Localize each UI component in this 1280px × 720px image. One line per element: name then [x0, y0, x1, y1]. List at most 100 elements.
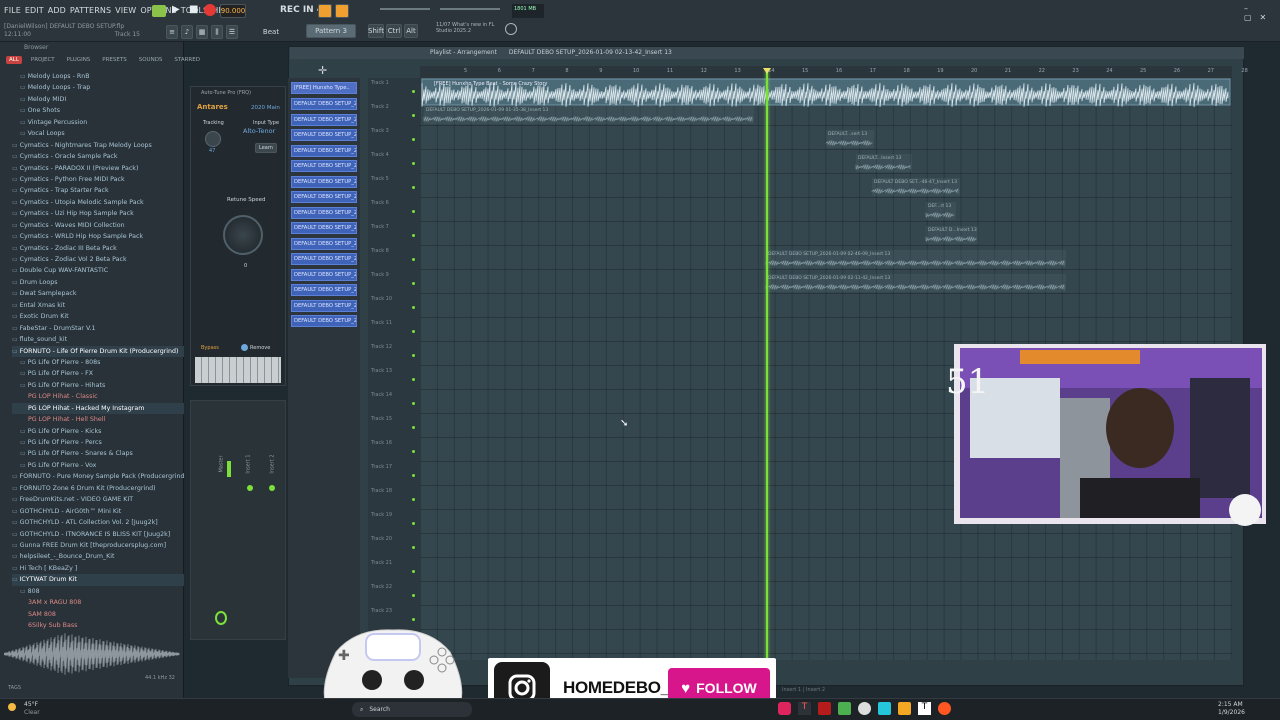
stop-icon[interactable]: ■: [189, 4, 198, 15]
app-icon-5[interactable]: [858, 702, 871, 715]
browser-item[interactable]: PG LOP Hihat - Hacked My Instagram: [12, 402, 184, 415]
app-icon-8[interactable]: T: [918, 702, 931, 715]
pattern-item[interactable]: DEFAULT DEBO SETUP_202..: [291, 160, 357, 172]
pattern-item[interactable]: [FREE] Hunxho Type..: [291, 82, 357, 94]
browser-item[interactable]: GOTHCHYLD - ATL Collection Vol. 2 [Juug2…: [12, 517, 184, 528]
browser-item[interactable]: Hi Tech [ KBeaZy ]: [12, 563, 184, 574]
clip-label[interactable]: DEFAULT D...Insert 13: [928, 227, 977, 233]
browser-item[interactable]: One Shots: [12, 105, 184, 116]
tempo-display[interactable]: 90.000: [220, 4, 246, 18]
browser-item[interactable]: Exotic Drum Kit: [12, 311, 184, 322]
menu-view[interactable]: VIEW: [115, 6, 136, 15]
taskbar-search[interactable]: ⌕ Search: [352, 702, 472, 717]
weather-temp[interactable]: 45°F: [24, 701, 38, 708]
pattern-item[interactable]: DEFAULT DEBO SETUP_202..: [291, 206, 357, 219]
pattern-item[interactable]: DEFAULT DEBO SETUP_202..: [291, 129, 357, 141]
browser-item[interactable]: PG Life Of Pierre - Snares & Claps: [12, 448, 184, 459]
track-header[interactable]: Track 17: [371, 464, 392, 470]
playlist-view-icon[interactable]: ≡: [166, 25, 178, 39]
track-header[interactable]: Track 2: [371, 104, 389, 110]
track-mute-led[interactable]: [412, 306, 415, 309]
track-header[interactable]: Track 15: [371, 416, 392, 422]
tab-presets[interactable]: PRESETS: [99, 56, 129, 64]
browser-item[interactable]: SAM 808: [12, 609, 184, 620]
track-header[interactable]: Track 13: [371, 368, 392, 374]
record-icon[interactable]: [204, 4, 216, 16]
track-mute-led[interactable]: [412, 402, 415, 405]
tracking-knob[interactable]: [205, 131, 221, 147]
browser-item[interactable]: Drum Loops: [12, 277, 184, 288]
browser-item[interactable]: Vocal Loops: [12, 128, 184, 139]
browser-item[interactable]: PG Life Of Pierre - Kicks: [12, 426, 184, 437]
app-icon-9[interactable]: [938, 702, 951, 715]
track-header[interactable]: Track 10: [371, 296, 392, 302]
pattern-item[interactable]: DEFAULT DEBO SETUP_202..: [291, 299, 357, 312]
browser-item[interactable]: 808: [12, 586, 184, 597]
browser-item[interactable]: Dwat Samplepack: [12, 288, 184, 299]
browser-item[interactable]: flute_sound_kit: [12, 334, 184, 345]
browser-item[interactable]: Melody Loops - Trap: [12, 82, 184, 93]
shift-key[interactable]: Shift: [368, 24, 384, 38]
browser-item[interactable]: Cymatics - Zodiac III Beta Pack: [12, 243, 184, 254]
tab-plugins[interactable]: PLUGINS: [64, 56, 94, 64]
app-icon-7[interactable]: [898, 702, 911, 715]
track-mute-led[interactable]: [412, 594, 415, 597]
tab-project[interactable]: PROJECT: [28, 56, 58, 64]
preset-name[interactable]: 2020 Main: [251, 105, 280, 111]
track-mute-led[interactable]: [412, 474, 415, 477]
tab-sounds[interactable]: SOUNDS: [136, 56, 166, 64]
track-mute-led[interactable]: [412, 114, 415, 117]
countdown-icon[interactable]: [335, 4, 349, 18]
menu-file[interactable]: FILE: [4, 6, 21, 15]
browser-item[interactable]: FreeDrumKits.net - VIDEO GAME KIT: [12, 494, 184, 505]
browser-item[interactable]: PG Life Of Pierre - Vox: [12, 460, 184, 471]
browser-item[interactable]: PG LOP Hihat - Hell Shell: [12, 414, 184, 425]
pattern-item[interactable]: DEFAULT DEBO SETUP_202..: [291, 237, 357, 250]
browser-item[interactable]: Cymatics - WRLD Hip Hop Sample Pack: [12, 231, 184, 242]
track-mute-led[interactable]: [412, 138, 415, 141]
browser-item[interactable]: FORNUTO Zone 6 Drum Kit (Producergrind): [12, 483, 184, 494]
track-header[interactable]: Track 8: [371, 248, 389, 254]
browser-item[interactable]: Cymatics - Python Free MIDI Pack: [12, 174, 184, 185]
pattern-item[interactable]: DEFAULT DEBO SETUP_202..: [291, 144, 357, 157]
clip-label[interactable]: DEF...rt 13: [928, 203, 951, 209]
browser-item[interactable]: PG LOP Hihat - Classic: [12, 391, 184, 402]
clock-time[interactable]: 2:15 AM: [1218, 701, 1243, 708]
track-mute-led[interactable]: [412, 426, 415, 429]
menu-edit[interactable]: EDIT: [25, 6, 44, 15]
clip-label[interactable]: DEFAULT DEBO SETUP_2026-01-09 02-11-42_I…: [768, 275, 890, 281]
track-header[interactable]: Track 23: [371, 608, 392, 614]
browser-item[interactable]: 3AM x RAGU 808: [12, 597, 184, 608]
track-header[interactable]: Track 11: [371, 320, 392, 326]
track-mute-led[interactable]: [412, 450, 415, 453]
snap-label[interactable]: Beat: [256, 25, 286, 39]
pattern-item[interactable]: DEFAULT DEBO SETUP_202..: [291, 253, 357, 265]
retune-speed-knob[interactable]: [223, 215, 263, 255]
pattern-item[interactable]: DEFAULT DEBO SETUP_202..: [291, 268, 357, 281]
browser-icon[interactable]: ☰: [226, 25, 238, 39]
track-header[interactable]: Track 1: [371, 80, 389, 86]
track-header[interactable]: Track 5: [371, 176, 389, 182]
tab-all[interactable]: ALL: [6, 56, 22, 64]
track-mute-led[interactable]: [412, 90, 415, 93]
app-icon-3[interactable]: [818, 702, 831, 715]
app-icon-4[interactable]: [838, 702, 851, 715]
menu-patterns[interactable]: PATTERNS: [70, 6, 111, 15]
track-mute-led[interactable]: [412, 330, 415, 333]
metronome-icon[interactable]: [318, 4, 332, 18]
browser-item[interactable]: Melody Loops - RnB: [12, 71, 184, 82]
app-icon-2[interactable]: T: [798, 702, 811, 715]
insert1-led[interactable]: [247, 485, 253, 491]
add-pattern-icon[interactable]: ✛: [318, 64, 327, 77]
playhead[interactable]: [766, 70, 768, 660]
pattern-item[interactable]: DEFAULT DEBO SETUP_202..: [291, 113, 357, 126]
channel-rack-icon[interactable]: ▦: [196, 25, 208, 39]
clock-date[interactable]: 1/9/2026: [1218, 709, 1245, 716]
clip-label[interactable]: DEFAULT DEBO SETUP_2026-01-09 01-35-38_I…: [426, 107, 548, 113]
browser-item[interactable]: Cymatics - Waves MIDI Collection: [12, 220, 184, 231]
track-mute-led[interactable]: [412, 258, 415, 261]
mixer-icon[interactable]: ⫼: [211, 25, 223, 39]
track-mute-led[interactable]: [412, 234, 415, 237]
insert2-led[interactable]: [269, 485, 275, 491]
track-mute-led[interactable]: [412, 162, 415, 165]
